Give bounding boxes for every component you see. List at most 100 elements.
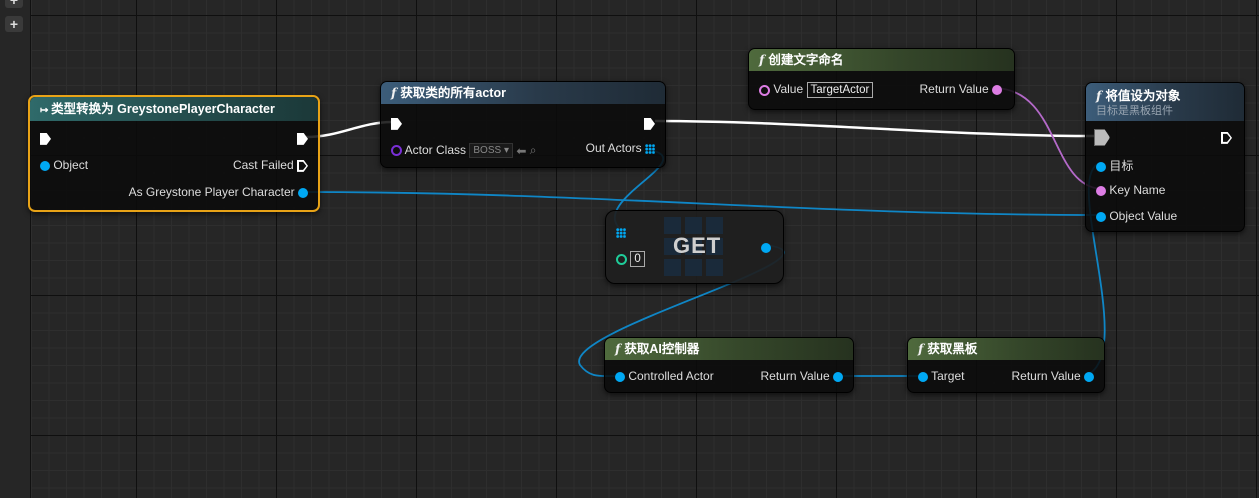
cast-node-header[interactable]: ↦ 类型转换为 GreystonePlayerCharacter	[30, 97, 318, 121]
int-pin-icon	[616, 253, 627, 265]
left-panel-strip: + +	[0, 0, 31, 498]
cast-output-pin[interactable]: As Greystone Player Character	[129, 185, 308, 199]
name-pin-icon	[1096, 185, 1106, 196]
get-label: GET	[673, 233, 722, 258]
function-icon: f	[615, 341, 621, 356]
set-value-as-object-node[interactable]: f 将值设为对象 目标是黑板组件 目标 Key Name Object Value	[1085, 82, 1245, 232]
set-value-exec-in[interactable]	[1094, 129, 1110, 146]
function-icon: f	[391, 85, 397, 100]
get-array-in-pin[interactable]	[616, 225, 626, 239]
exec-hollow-icon	[297, 159, 308, 172]
array-pin-icon	[616, 227, 626, 238]
actor-class-label: Actor Class	[404, 143, 467, 157]
actor-class-dropdown[interactable]: BOSS ▾	[469, 143, 513, 159]
object-pin-icon	[615, 371, 625, 382]
add-button[interactable]: +	[5, 16, 23, 32]
exec-out-icon	[297, 132, 308, 145]
get-all-actors-title: 获取类的所有	[400, 86, 476, 100]
expand-button[interactable]: +	[5, 0, 23, 8]
actor-class-pin[interactable]: Actor Class BOSS ▾ ⬅ ⌕	[391, 143, 537, 159]
get-ai-controller-title-suffix: 控制器	[661, 342, 700, 356]
cast-object-label: Object	[53, 158, 89, 172]
get-all-actors-header[interactable]: f 获取类的所有actor	[381, 82, 665, 104]
key-name-pin[interactable]: Key Name	[1096, 183, 1165, 197]
object-pin-icon	[761, 242, 771, 253]
literal-value-input[interactable]: TargetActor	[806, 82, 874, 98]
out-actors-label: Out Actors	[585, 141, 642, 155]
object-pin-icon	[833, 371, 843, 382]
class-pin-icon	[391, 145, 402, 157]
actor-class-value: BOSS	[473, 145, 502, 157]
object-pin-icon	[1084, 371, 1094, 382]
use-selected-arrow-icon[interactable]: ⬅	[516, 144, 526, 158]
literal-return-label: Return Value	[919, 82, 989, 96]
cast-output-label: As Greystone Player Character	[128, 185, 295, 199]
literal-value-label: Value	[773, 82, 804, 97]
ai-controller-return-label: Return Value	[760, 369, 830, 383]
set-value-target-label: 目标	[1109, 159, 1134, 173]
exec-out-icon	[1221, 131, 1232, 144]
get-array-node[interactable]: GET 0	[605, 210, 784, 284]
get-output-pin[interactable]	[761, 240, 771, 254]
cast-failed-label: Cast Failed	[232, 158, 294, 172]
function-icon: f	[1096, 88, 1102, 103]
cast-icon: ↦	[40, 105, 52, 116]
get-ai-controller-node[interactable]: f 获取AI控制器 Controlled Actor Return Value	[604, 337, 854, 393]
object-pin-icon	[40, 160, 50, 171]
cast-node[interactable]: ↦ 类型转换为 GreystonePlayerCharacter Object …	[28, 95, 320, 212]
make-literal-name-title: 创建文字命名	[768, 53, 844, 67]
object-value-pin[interactable]: Object Value	[1096, 209, 1177, 223]
controlled-actor-label: Controlled Actor	[628, 369, 714, 383]
blackboard-target-pin[interactable]: Target	[918, 369, 964, 383]
key-name-label: Key Name	[1109, 183, 1166, 197]
cast-object-pin[interactable]: Object	[40, 158, 88, 172]
make-literal-name-header[interactable]: f 创建文字命名	[749, 49, 1014, 71]
cast-failed-pin[interactable]: Cast Failed	[233, 158, 308, 172]
exec-in-icon	[1094, 129, 1110, 146]
blackboard-return-pin[interactable]: Return Value	[1011, 369, 1094, 383]
cast-exec-in[interactable]	[40, 131, 51, 145]
out-actors-pin[interactable]: Out Actors	[586, 141, 655, 155]
literal-value-pin[interactable]: Value TargetActor	[759, 82, 874, 98]
get-blackboard-node[interactable]: f 获取黑板 Target Return Value	[907, 337, 1105, 393]
exec-out-icon	[644, 117, 655, 130]
cast-node-title: 类型转换为 GreystonePlayerCharacter	[51, 102, 275, 116]
object-pin-icon	[918, 371, 928, 382]
make-literal-name-node[interactable]: f 创建文字命名 Value TargetActor Return Value	[748, 48, 1015, 110]
get-all-exec-in[interactable]	[391, 116, 402, 130]
get-ai-controller-title-ai: AI	[649, 342, 662, 356]
get-ai-controller-header[interactable]: f 获取AI控制器	[605, 338, 853, 360]
array-pin-icon	[645, 143, 655, 154]
function-icon: f	[918, 341, 924, 356]
browse-search-icon[interactable]: ⌕	[530, 143, 537, 158]
set-value-title: 将值设为对象	[1105, 89, 1181, 103]
function-icon: f	[759, 52, 765, 67]
set-value-exec-out[interactable]	[1221, 130, 1232, 144]
name-pin-icon	[759, 84, 770, 96]
exec-wire-getall-to-set	[654, 119, 1095, 138]
get-index-input[interactable]: 0	[630, 251, 645, 267]
object-pin-icon	[1096, 211, 1106, 222]
object-pin-icon	[298, 187, 308, 198]
literal-return-pin[interactable]: Return Value	[919, 82, 1002, 96]
get-all-actors-title-suffix: actor	[475, 86, 506, 100]
cast-exec-out[interactable]	[297, 131, 308, 145]
exec-in-icon	[40, 132, 51, 145]
set-value-subtitle: 目标是黑板组件	[1096, 105, 1173, 117]
set-value-target-pin[interactable]: 目标	[1096, 157, 1133, 174]
get-index-pin[interactable]: 0	[616, 251, 645, 267]
ai-controller-return-pin[interactable]: Return Value	[760, 369, 843, 383]
get-blackboard-header[interactable]: f 获取黑板	[908, 338, 1104, 360]
get-blackboard-title: 获取黑板	[927, 342, 978, 356]
blackboard-target-label: Target	[931, 369, 965, 383]
get-all-exec-out[interactable]	[644, 116, 655, 130]
object-value-label: Object Value	[1109, 209, 1178, 223]
set-value-header[interactable]: f 将值设为对象 目标是黑板组件	[1086, 83, 1244, 121]
controlled-actor-pin[interactable]: Controlled Actor	[615, 369, 714, 383]
object-pin-icon	[1096, 161, 1106, 172]
get-all-actors-node[interactable]: f 获取类的所有actor Actor Class BOSS ▾ ⬅ ⌕ Out …	[380, 81, 666, 168]
exec-in-icon	[391, 117, 402, 130]
name-pin-icon	[992, 84, 1002, 95]
get-ai-controller-title: 获取	[624, 342, 650, 356]
blackboard-return-label: Return Value	[1011, 369, 1081, 383]
